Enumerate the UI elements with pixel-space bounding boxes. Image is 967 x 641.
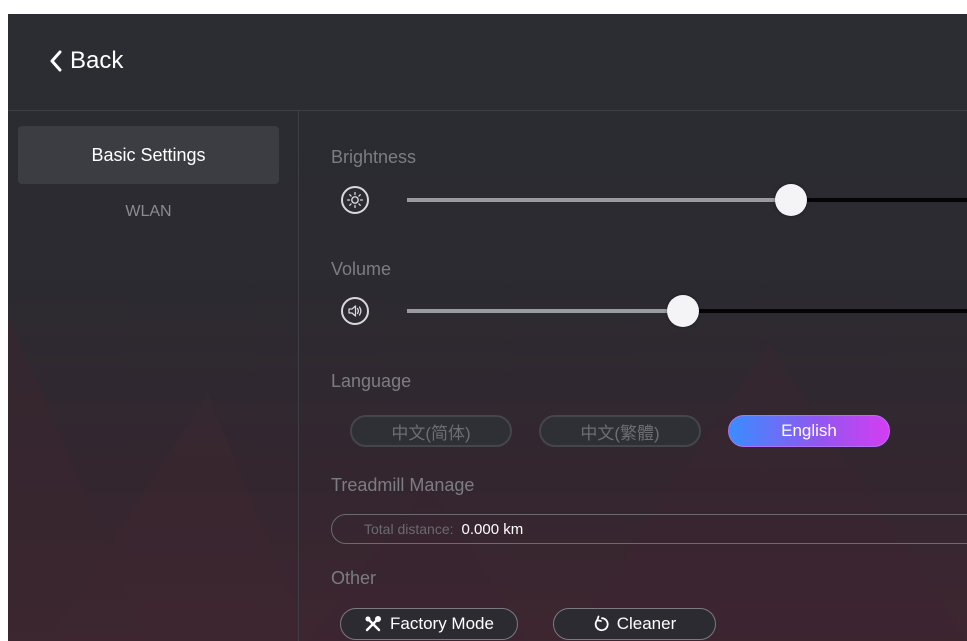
factory-mode-label: Factory Mode bbox=[390, 614, 494, 633]
treadmill-manage-label: Treadmill Manage bbox=[331, 475, 475, 495]
volume-icon bbox=[341, 297, 369, 325]
brightness-slider-thumb[interactable] bbox=[775, 184, 807, 216]
refresh-icon bbox=[594, 615, 609, 632]
language-option-simplified-chinese[interactable]: 中文(简体) bbox=[350, 415, 512, 447]
volume-slider-thumb[interactable] bbox=[667, 295, 699, 327]
language-option-label: English bbox=[781, 421, 837, 440]
sidebar: Basic Settings WLAN bbox=[8, 111, 299, 641]
language-option-english[interactable]: English bbox=[728, 415, 890, 447]
volume-label: Volume bbox=[331, 259, 392, 279]
back-label: Back bbox=[70, 47, 124, 74]
language-label: Language bbox=[331, 371, 412, 391]
other-label: Other bbox=[331, 568, 377, 588]
total-distance-field: Total distance: 0.000 km bbox=[331, 514, 967, 544]
factory-mode-button[interactable]: Factory Mode bbox=[340, 608, 518, 640]
volume-slider-fill bbox=[407, 309, 683, 313]
brightness-label: Brightness bbox=[331, 147, 417, 167]
sidebar-item-label: WLAN bbox=[125, 203, 172, 220]
wrench-icon bbox=[365, 616, 382, 632]
back-button[interactable]: Back bbox=[48, 44, 123, 78]
brightness-slider-fill bbox=[407, 198, 791, 202]
top-bar: Back bbox=[8, 14, 967, 111]
language-option-label: 中文(繁體) bbox=[580, 423, 660, 443]
volume-slider[interactable] bbox=[407, 295, 967, 327]
language-option-traditional-chinese[interactable]: 中文(繁體) bbox=[539, 415, 701, 447]
cleaner-label: Cleaner bbox=[616, 614, 677, 633]
settings-content: Brightness Volume Language 中文(简体) 中文(繁體)… bbox=[299, 111, 967, 641]
sidebar-item-basic-settings[interactable]: Basic Settings bbox=[18, 126, 279, 184]
sidebar-item-wlan[interactable]: WLAN bbox=[18, 185, 279, 239]
language-option-label: 中文(简体) bbox=[391, 423, 471, 443]
total-distance-label: Total distance: bbox=[364, 521, 454, 537]
total-distance-value: 0.000 km bbox=[461, 520, 524, 538]
chevron-left-icon bbox=[50, 50, 62, 72]
sidebar-item-label: Basic Settings bbox=[91, 145, 206, 165]
settings-screen: Back Basic Settings WLAN Brightness Volu… bbox=[8, 14, 967, 641]
brightness-slider[interactable] bbox=[407, 184, 967, 216]
brightness-icon bbox=[341, 186, 369, 214]
cleaner-button[interactable]: Cleaner bbox=[553, 608, 716, 640]
